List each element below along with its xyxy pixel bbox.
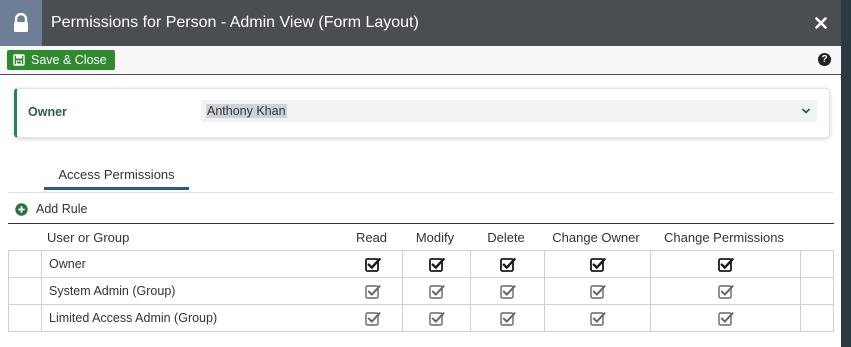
tab-access-permissions[interactable]: Access Permissions xyxy=(44,159,189,190)
row-name: Limited Access Admin (Group) xyxy=(49,311,218,325)
col-read: Read xyxy=(355,229,388,245)
tab-bar: Access Permissions xyxy=(8,159,833,193)
row-handle[interactable] xyxy=(9,278,42,304)
col-change-permissions: Change Permissions xyxy=(664,229,784,245)
table-row: System Admin (Group) xyxy=(8,278,834,305)
owner-value: Anthony Khan xyxy=(206,104,287,118)
checkbox-change-permissions-icon[interactable] xyxy=(717,311,734,326)
checkbox-modify-icon[interactable] xyxy=(428,311,445,326)
add-rule-button[interactable]: Add Rule xyxy=(15,200,87,218)
save-close-button[interactable]: Save & Close xyxy=(7,50,115,70)
add-rule-label: Add Rule xyxy=(36,202,88,216)
row-name: Owner xyxy=(49,257,86,271)
close-icon[interactable] xyxy=(801,0,841,46)
col-modify: Modify xyxy=(415,229,455,245)
checkbox-change-permissions-icon[interactable] xyxy=(717,284,734,299)
save-icon xyxy=(13,54,25,66)
row-name: System Admin (Group) xyxy=(49,284,176,298)
dialog-title: Permissions for Person - Admin View (For… xyxy=(51,14,419,31)
table-body: Owner System Admin (Group) Limited Access … xyxy=(8,251,834,332)
save-close-label: Save & Close xyxy=(31,53,107,67)
table-header: User or Group Read Modify Delete Change … xyxy=(8,224,834,251)
row-handle[interactable] xyxy=(9,305,42,331)
owner-label: Owner xyxy=(28,105,67,119)
chevron-down-icon xyxy=(801,104,811,119)
owner-select[interactable]: Anthony Khan xyxy=(201,100,817,122)
table-row: Limited Access Admin (Group) xyxy=(8,305,834,332)
col-change-owner: Change Owner xyxy=(552,229,640,245)
checkbox-read-icon[interactable] xyxy=(365,311,381,326)
permissions-dialog: Permissions for Person - Admin View (For… xyxy=(0,0,841,347)
help-icon[interactable]: ? xyxy=(818,53,831,66)
checkbox-delete-icon[interactable] xyxy=(499,284,516,299)
lock-icon xyxy=(0,0,42,46)
checkbox-read-icon[interactable] xyxy=(365,284,381,299)
toolbar: Save & Close ? xyxy=(0,46,841,75)
owner-panel: Owner Anthony Khan xyxy=(14,88,830,138)
checkbox-change-permissions-icon[interactable] xyxy=(717,257,734,272)
checkbox-delete-icon[interactable] xyxy=(499,257,516,272)
checkbox-change-owner-icon[interactable] xyxy=(589,311,606,326)
checkbox-modify-icon[interactable] xyxy=(428,284,445,299)
plus-circle-icon xyxy=(15,202,28,216)
table-row: Owner xyxy=(8,251,834,278)
permissions-table: User or Group Read Modify Delete Change … xyxy=(8,223,834,332)
checkbox-modify-icon[interactable] xyxy=(428,257,445,272)
checkbox-delete-icon[interactable] xyxy=(499,311,516,326)
checkbox-change-owner-icon[interactable] xyxy=(589,284,606,299)
col-delete: Delete xyxy=(487,229,525,245)
checkbox-change-owner-icon[interactable] xyxy=(589,257,606,272)
col-user-or-group: User or Group xyxy=(47,229,130,245)
row-handle[interactable] xyxy=(9,251,42,277)
checkbox-read-icon[interactable] xyxy=(365,257,381,272)
title-bar: Permissions for Person - Admin View (For… xyxy=(0,0,841,46)
